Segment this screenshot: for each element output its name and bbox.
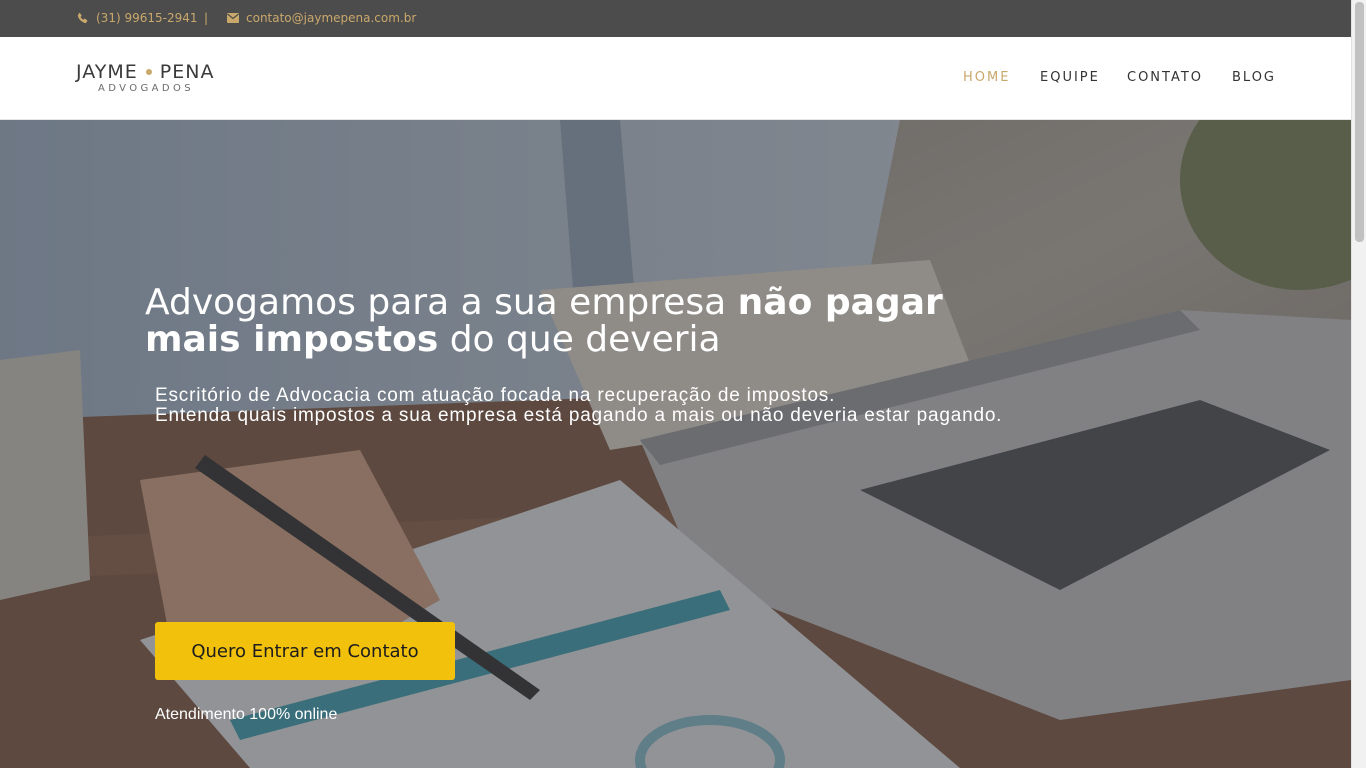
logo-subtitle: ADVOGADOS <box>98 83 195 94</box>
headline-bold1: não pagar <box>737 282 943 323</box>
phone-contact[interactable]: (31) 99615-2941 <box>76 11 198 25</box>
nav-item-blog[interactable]: BLOG <box>1232 70 1276 85</box>
headline-part1: Advogamos para a sua empresa <box>145 282 738 323</box>
site-header: JAYME PENA ADVOGADOS HOME EQUIPE CONTATO… <box>0 37 1351 120</box>
headline-bold2: mais impostos <box>145 319 439 360</box>
nav-item-home[interactable]: HOME <box>963 70 1010 85</box>
top-contact-bar: (31) 99615-2941 | contato@jaymepena.com.… <box>0 0 1351 37</box>
email-contact[interactable]: contato@jaymepena.com.br <box>227 11 416 25</box>
headline-part2: do que deveria <box>438 319 721 360</box>
logo-dot <box>145 69 152 75</box>
phone-icon <box>77 12 88 23</box>
hero-headline: Advogamos para a sua empresa não pagar m… <box>145 284 965 358</box>
logo-wordmark: JAYME PENA <box>76 61 214 83</box>
phone-text: (31) 99615-2941 <box>96 11 198 25</box>
nav-item-equipe[interactable]: EQUIPE <box>1040 70 1100 85</box>
topbar-separator: | <box>204 11 209 25</box>
page-scrollbar[interactable] <box>1351 0 1366 768</box>
online-service-note: Atendimento 100% online <box>155 706 338 723</box>
envelope-icon <box>227 13 239 23</box>
scrollbar-thumb[interactable] <box>1355 2 1364 242</box>
logo-word-jayme: JAYME <box>76 61 138 83</box>
email-text: contato@jaymepena.com.br <box>246 11 417 25</box>
hero-subtitle: Escritório de Advocacia com atuação foca… <box>155 386 1002 426</box>
site-logo[interactable]: JAYME PENA ADVOGADOS <box>76 61 228 97</box>
subtitle-line2: Entenda quais impostos a sua empresa est… <box>155 405 1003 426</box>
nav-item-contato[interactable]: CONTATO <box>1127 70 1203 85</box>
subtitle-line1: Escritório de Advocacia com atuação foca… <box>155 385 836 406</box>
logo-word-pena: PENA <box>159 61 215 83</box>
contact-cta-button[interactable]: Quero Entrar em Contato <box>155 622 455 680</box>
hero-section: Advogamos para a sua empresa não pagar m… <box>0 120 1351 768</box>
